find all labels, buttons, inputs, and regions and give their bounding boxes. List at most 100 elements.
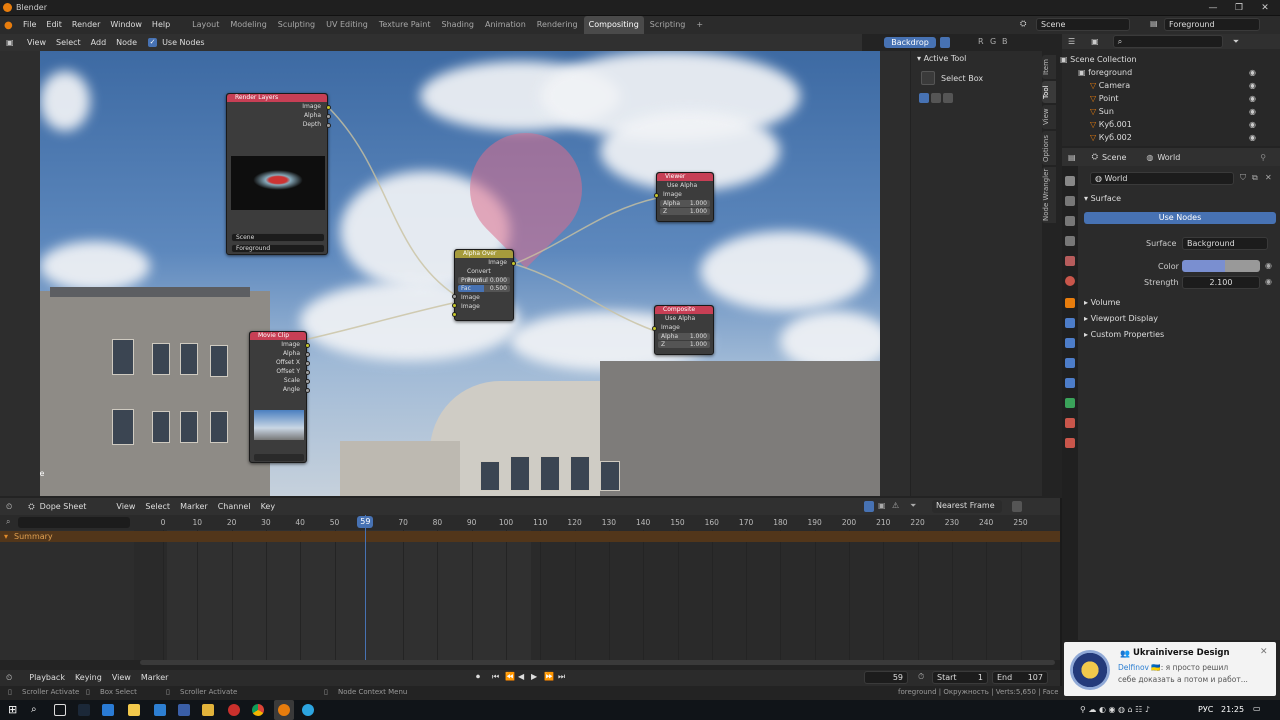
keying-menu[interactable]: Keying bbox=[70, 669, 107, 687]
menu-file[interactable]: File bbox=[18, 16, 41, 34]
node-menu-view[interactable]: View bbox=[22, 34, 51, 52]
playback-menu[interactable]: Playback bbox=[24, 669, 70, 687]
outliner-search-input[interactable]: ⌕ bbox=[1112, 35, 1223, 48]
menu-edit[interactable]: Edit bbox=[41, 16, 67, 34]
composite-z-field[interactable]: Z 1.000 bbox=[658, 341, 710, 348]
viewer-z-field[interactable]: Z 1.000 bbox=[660, 208, 710, 215]
opera-icon[interactable] bbox=[228, 704, 240, 716]
properties-editor-icon[interactable]: ▤ bbox=[1068, 153, 1076, 162]
convert-premul-checkbox[interactable]: Convert Premul bbox=[455, 267, 513, 284]
volume-section[interactable]: ▸ Volume bbox=[1084, 298, 1120, 307]
tab-node-wrangler[interactable]: Node Wrangler bbox=[1042, 167, 1056, 223]
node-menu-node[interactable]: Node bbox=[111, 34, 142, 52]
filter-icon[interactable]: ⏷ bbox=[1233, 37, 1239, 47]
view-layer-selector[interactable]: Foreground bbox=[1164, 18, 1260, 31]
workspace-tab-shading[interactable]: Shading bbox=[436, 16, 479, 34]
fac-field[interactable]: Fac 0.500 bbox=[458, 285, 510, 292]
workspace-tab-scripting[interactable]: Scripting bbox=[645, 16, 691, 34]
socket-scale[interactable] bbox=[305, 379, 310, 384]
dope-menu-channel[interactable]: Channel bbox=[213, 498, 256, 516]
marker-menu[interactable]: Marker bbox=[136, 669, 174, 687]
folder-icon[interactable] bbox=[202, 704, 214, 716]
jump-start-icon[interactable]: ⏮ bbox=[492, 672, 499, 682]
close-icon[interactable]: ✕ bbox=[1252, 0, 1278, 16]
select-mode-new-icon[interactable] bbox=[919, 93, 929, 103]
dopesheet-search-icon[interactable]: ⌕ bbox=[6, 517, 10, 527]
node-header[interactable]: Viewer bbox=[657, 173, 713, 181]
outliner-item[interactable]: ▽ Куб.001 ◉ bbox=[1090, 119, 1256, 131]
texture-tab-icon[interactable] bbox=[1065, 438, 1075, 448]
socket-offset-x[interactable] bbox=[305, 361, 310, 366]
breadcrumb-world[interactable]: World bbox=[1157, 153, 1180, 162]
world-tab-icon[interactable] bbox=[1065, 276, 1075, 286]
only-selected-icon[interactable] bbox=[864, 501, 874, 512]
socket-depth[interactable] bbox=[326, 123, 331, 128]
outliner-item[interactable]: ▽ Camera ◉ bbox=[1090, 80, 1256, 92]
view-menu[interactable]: View bbox=[107, 669, 136, 687]
pin-icon[interactable]: ⚲ bbox=[1260, 153, 1266, 162]
dopesheet-mode-dropdown[interactable]: Dope Sheet bbox=[35, 498, 92, 516]
socket-angle[interactable] bbox=[305, 388, 310, 393]
preview-range-icon[interactable]: ⏱ bbox=[918, 672, 924, 682]
start-frame-field[interactable]: Start 1 bbox=[932, 671, 988, 684]
prev-keyframe-icon[interactable]: ⏪ bbox=[505, 672, 515, 681]
show-hidden-icon[interactable]: ▣ bbox=[878, 501, 886, 510]
node-header[interactable]: Alpha Over bbox=[455, 250, 513, 258]
play-icon[interactable]: ▶ bbox=[531, 672, 537, 681]
strength-field[interactable]: 2.100 bbox=[1182, 276, 1260, 289]
view-layer-tab-icon[interactable] bbox=[1065, 236, 1075, 246]
visibility-eye-icon[interactable]: ◉ bbox=[1249, 80, 1256, 92]
socket-alpha[interactable] bbox=[305, 352, 310, 357]
surface-section-header[interactable]: ▾ Surface bbox=[1084, 194, 1121, 203]
tab-view[interactable]: View bbox=[1042, 105, 1056, 129]
socket-image-in[interactable] bbox=[652, 326, 657, 331]
telegram-icon[interactable] bbox=[302, 704, 314, 716]
select-mode-subtract-icon[interactable] bbox=[943, 93, 953, 103]
blender-menu-icon[interactable]: ● bbox=[4, 20, 18, 31]
area-divider[interactable] bbox=[1060, 498, 1062, 686]
render-layer-scene-field[interactable]: Scene bbox=[231, 233, 325, 242]
keyboard-language[interactable]: РУС bbox=[1198, 705, 1213, 714]
summary-channel[interactable]: ▾ Summary bbox=[0, 531, 1060, 542]
visibility-eye-icon[interactable]: ◉ bbox=[1249, 67, 1256, 79]
viewer-alpha-field[interactable]: Alpha 1.000 bbox=[660, 200, 710, 207]
menu-help[interactable]: Help bbox=[147, 16, 175, 34]
unlink-icon[interactable]: ✕ bbox=[1265, 173, 1272, 182]
tool-tab-icon[interactable] bbox=[1065, 176, 1075, 186]
socket-image-in-1[interactable] bbox=[452, 303, 457, 308]
filter-icon[interactable]: ⏷ bbox=[910, 501, 916, 511]
node-menu-add[interactable]: Add bbox=[86, 34, 112, 52]
tab-options[interactable]: Options bbox=[1042, 131, 1056, 165]
workspace-tab-compositing[interactable]: Compositing bbox=[583, 16, 644, 34]
active-tool-title[interactable]: ▾ Active Tool bbox=[917, 54, 966, 63]
composite-alpha-field[interactable]: Alpha 1.000 bbox=[658, 333, 710, 340]
node-alpha-over[interactable]: Alpha Over Image Convert Premul Premul 0.… bbox=[452, 249, 516, 321]
only-errors-icon[interactable]: ⚠ bbox=[892, 501, 899, 510]
fake-user-icon[interactable]: ⛉ bbox=[1240, 173, 1246, 183]
color-swatch[interactable] bbox=[1182, 260, 1260, 272]
timeline-editor-icon[interactable]: ⏲ bbox=[6, 502, 12, 512]
dopesheet-search-input[interactable] bbox=[18, 517, 130, 528]
dope-menu-key[interactable]: Key bbox=[256, 498, 281, 516]
backdrop-toggle[interactable]: Backdrop bbox=[884, 37, 936, 48]
frame-ruler[interactable]: ⌕ 0 10 20 30 40 50 59 70 80 90 100 110 120 130 140 150 1… bbox=[0, 515, 1060, 530]
jump-end-icon[interactable]: ⏭ bbox=[558, 672, 565, 682]
snap-dropdown[interactable]: Nearest Frame bbox=[932, 500, 1002, 513]
end-frame-field[interactable]: End 107 bbox=[992, 671, 1048, 684]
notification-center-icon[interactable]: ▭ bbox=[1253, 704, 1261, 713]
menu-render[interactable]: Render bbox=[67, 16, 105, 34]
workspace-tab-animation[interactable]: Animation bbox=[480, 16, 531, 34]
outliner-item[interactable]: ▽ Куб.002 ◉ bbox=[1090, 132, 1256, 144]
next-keyframe-icon[interactable]: ⏩ bbox=[544, 672, 554, 681]
tray-icons[interactable]: ⚲ ☁ ◐ ◉ ◍ ⌂ ☷ ♪ bbox=[1080, 705, 1150, 714]
use-alpha-checkbox[interactable]: Use Alpha bbox=[655, 314, 713, 323]
steam-icon[interactable] bbox=[78, 704, 90, 716]
blender-taskbar-icon[interactable] bbox=[278, 704, 290, 716]
color-link-icon[interactable]: ◉ bbox=[1265, 261, 1272, 270]
display-mode-icon[interactable]: ▣ bbox=[1091, 37, 1099, 46]
particles-tab-icon[interactable] bbox=[1065, 338, 1075, 348]
chrome-icon[interactable] bbox=[252, 704, 264, 716]
node-backdrop-image[interactable]: Render Layers Image Alpha Depth Scene Fo… bbox=[40, 51, 880, 496]
dope-menu-view[interactable]: View bbox=[111, 498, 140, 516]
node-header[interactable]: Movie Clip bbox=[250, 332, 306, 340]
